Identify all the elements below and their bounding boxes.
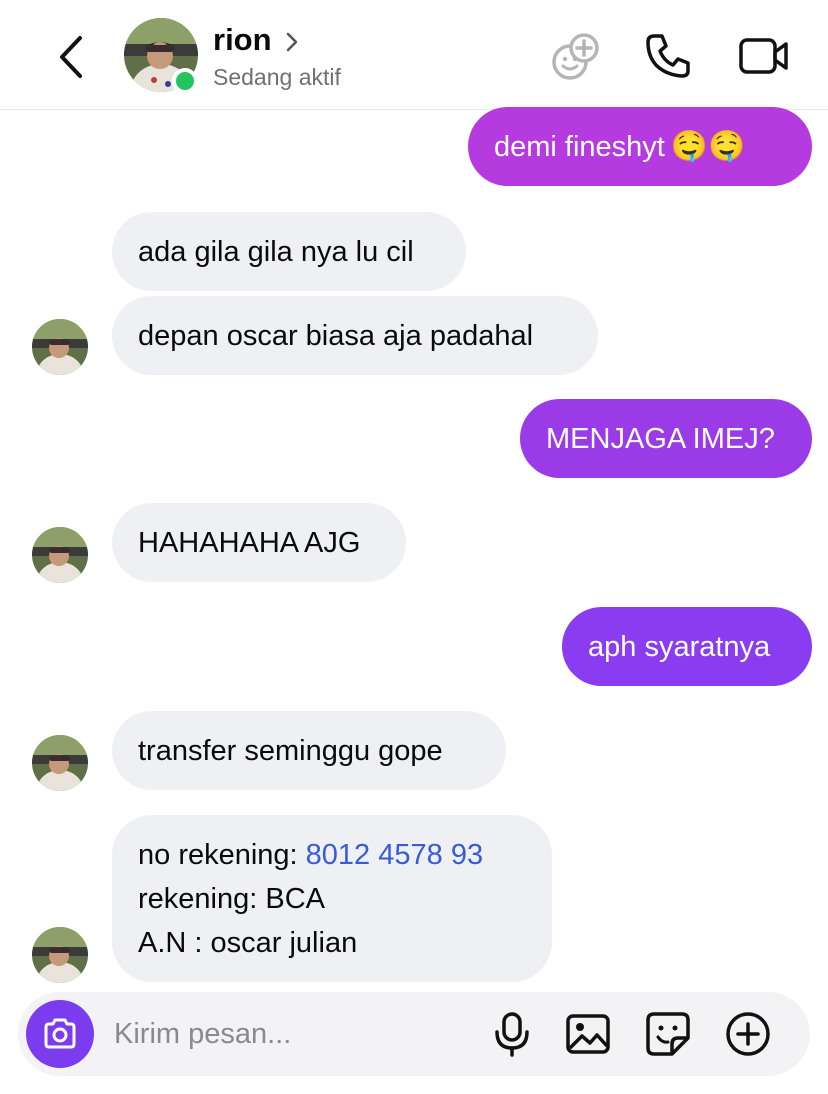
outgoing-message[interactable]: aph syaratnya [562, 607, 812, 686]
message-text: transfer seminggu gope [138, 734, 443, 767]
message-line: A.N : oscar julian [138, 927, 358, 959]
video-camera-icon[interactable] [738, 32, 790, 80]
camera-button[interactable] [26, 1000, 94, 1068]
outgoing-message[interactable]: demi fineshyt 🤤🤤 [468, 107, 812, 186]
account-number-link[interactable]: 8012 4578 93 [306, 839, 483, 871]
phone-icon[interactable] [644, 32, 692, 80]
chevron-right-icon[interactable] [284, 30, 300, 54]
message-line: no rekening: 8012 4578 93 [138, 839, 484, 871]
sticker-icon[interactable] [644, 1010, 692, 1058]
message-text: ada gila gila nya lu cil [138, 235, 414, 268]
sender-avatar[interactable] [32, 927, 88, 983]
incoming-message-account-info[interactable]: no rekening: 8012 4578 93 rekening: BCA … [112, 815, 552, 982]
message-composer [18, 992, 810, 1076]
message-text: demi fineshyt [494, 130, 665, 163]
active-status: Sedang aktif [213, 64, 341, 90]
message-text: aph syaratnya [588, 630, 771, 663]
message-text: MENJAGA IMEJ? [546, 422, 775, 455]
incoming-message[interactable]: depan oscar biasa aja padahal [112, 296, 598, 375]
contact-name[interactable]: rion [213, 22, 272, 58]
incoming-message[interactable]: HAHAHAHA AJG [112, 503, 406, 582]
chat-screen: rion Sedang aktif demi fineshyt 🤤🤤 ada g… [0, 0, 828, 1094]
incoming-message[interactable]: transfer seminggu gope [112, 711, 506, 790]
chat-header: rion Sedang aktif [0, 0, 828, 110]
microphone-icon[interactable] [488, 1010, 536, 1058]
back-chevron-icon[interactable] [52, 34, 92, 80]
sender-avatar[interactable] [32, 735, 88, 791]
camera-icon [44, 1018, 76, 1049]
outgoing-message[interactable]: MENJAGA IMEJ? [520, 399, 812, 478]
sender-avatar[interactable] [32, 319, 88, 375]
avatar-add-icon[interactable] [548, 32, 600, 82]
sender-avatar[interactable] [32, 527, 88, 583]
message-text: HAHAHAHA AJG [138, 526, 361, 559]
incoming-message[interactable]: ada gila gila nya lu cil [112, 212, 466, 291]
gallery-icon[interactable] [564, 1010, 612, 1058]
message-input[interactable] [114, 1012, 474, 1056]
message-text: depan oscar biasa aja padahal [138, 319, 534, 352]
message-line: rekening: BCA [138, 883, 325, 915]
plus-circle-icon[interactable] [724, 1010, 772, 1058]
drooling-face-emoji: 🤤🤤 [670, 128, 746, 164]
online-indicator [172, 68, 198, 94]
